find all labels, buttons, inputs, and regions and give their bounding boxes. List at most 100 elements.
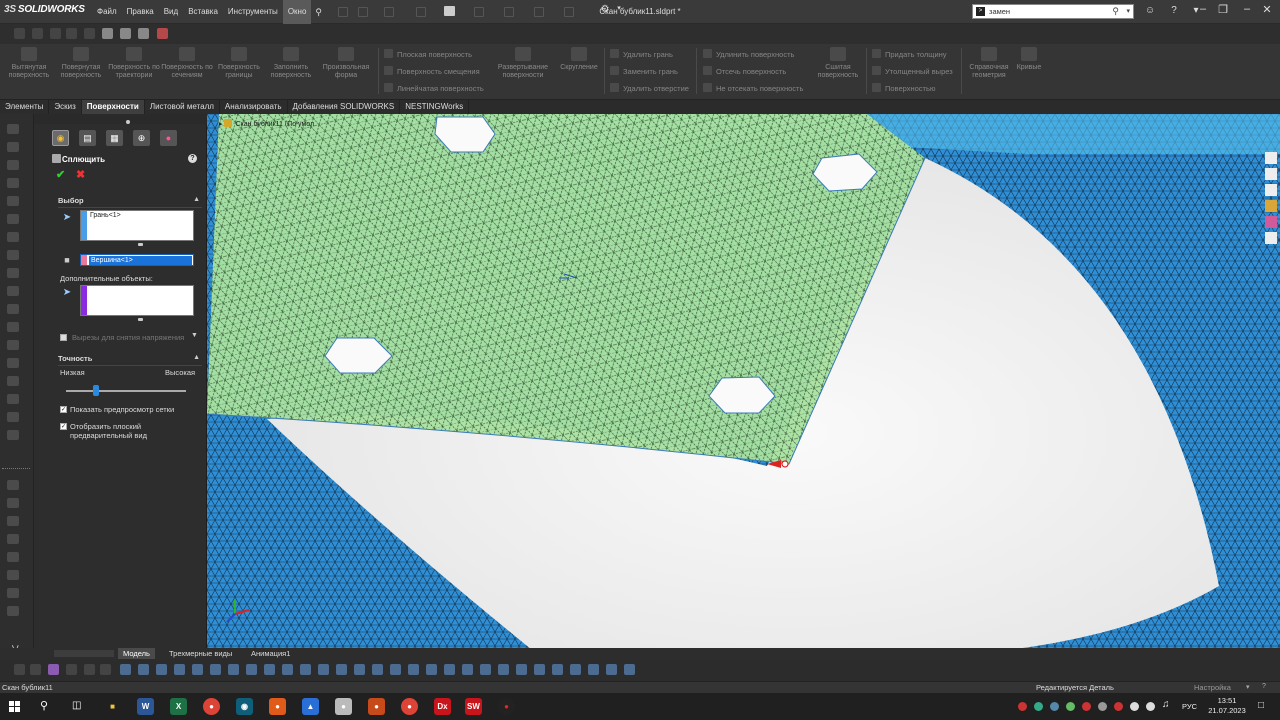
tab-sketch[interactable]: Эскиз bbox=[49, 100, 82, 114]
thicken-button[interactable]: Придать толщину bbox=[872, 48, 947, 62]
toolbar-icon[interactable] bbox=[120, 664, 131, 675]
delete-face-button[interactable]: Удалить грань bbox=[610, 48, 673, 62]
tray-icon[interactable] bbox=[1066, 702, 1075, 711]
toolbar-icon[interactable] bbox=[498, 664, 509, 675]
toolbar-icon[interactable] bbox=[462, 664, 473, 675]
vpn-icon[interactable]: ◉ bbox=[236, 698, 253, 715]
toolbar-icon[interactable] bbox=[48, 664, 59, 675]
tool-icon[interactable] bbox=[7, 570, 19, 580]
toolbar-icon[interactable] bbox=[552, 664, 563, 675]
chrome-icon[interactable]: ● bbox=[203, 698, 220, 715]
tool-icon[interactable] bbox=[7, 480, 19, 490]
box-resize-handle[interactable] bbox=[138, 318, 143, 321]
view-palette-icon[interactable] bbox=[1265, 200, 1277, 212]
show-mesh-checkbox[interactable]: ✓ bbox=[60, 406, 67, 413]
tool-icon[interactable] bbox=[7, 340, 19, 350]
tool-icon[interactable] bbox=[7, 304, 19, 314]
tool-icon[interactable] bbox=[7, 358, 19, 368]
vertex-selection-box[interactable]: Вершина<1> bbox=[80, 254, 194, 266]
toolbar-icon[interactable] bbox=[174, 664, 185, 675]
windows-start-icon[interactable] bbox=[9, 701, 20, 712]
knit-surface-button[interactable]: Сшитая поверхность bbox=[812, 47, 864, 80]
menu-file[interactable]: Файл bbox=[92, 0, 122, 24]
menu-insert[interactable]: Вставка bbox=[183, 0, 223, 24]
toolbar-icon[interactable] bbox=[408, 664, 419, 675]
toolbar-icon[interactable] bbox=[210, 664, 221, 675]
chrome-icon[interactable]: ● bbox=[401, 698, 418, 715]
tray-icon[interactable] bbox=[1034, 702, 1043, 711]
filled-surface-button[interactable]: Заполнить поверхность bbox=[264, 47, 318, 80]
tab-scroll-arrows[interactable] bbox=[54, 650, 114, 657]
curves-button[interactable]: Кривые bbox=[1006, 47, 1052, 72]
toolbar-icon[interactable] bbox=[444, 664, 455, 675]
toolbar-icon[interactable] bbox=[300, 664, 311, 675]
toolbar-icon[interactable] bbox=[516, 664, 527, 675]
wifi-icon[interactable] bbox=[1146, 702, 1155, 711]
toolbar-icon[interactable] bbox=[138, 664, 149, 675]
file-explorer-icon[interactable]: ■ bbox=[104, 698, 121, 715]
fillet-button[interactable]: Скругление bbox=[552, 47, 606, 72]
offset-surface-button[interactable]: Поверхность смещения bbox=[384, 65, 480, 79]
property-manager-tab-icon[interactable]: ◉ bbox=[52, 130, 69, 146]
tab-3d-views[interactable]: Трехмерные виды bbox=[164, 648, 237, 659]
home-view-icon[interactable] bbox=[1265, 152, 1277, 164]
freeform-button[interactable]: Произвольная форма bbox=[319, 47, 373, 80]
search-dropdown-icon[interactable]: ▾ bbox=[1126, 5, 1130, 18]
resources-icon[interactable] bbox=[1265, 168, 1277, 180]
toolbar-icon[interactable] bbox=[14, 28, 25, 39]
status-custom[interactable]: Настройка bbox=[1194, 683, 1231, 692]
help-tooltip-icon[interactable]: ? bbox=[1262, 683, 1266, 690]
tab-evaluate[interactable]: Анализировать bbox=[220, 100, 288, 114]
box-resize-handle[interactable] bbox=[138, 243, 143, 246]
tab-surfaces[interactable]: Поверхности bbox=[81, 100, 145, 114]
menu-window[interactable]: Окно bbox=[282, 0, 312, 24]
extruded-surface-button[interactable]: Вытянутая поверхность bbox=[2, 47, 56, 80]
relief-cuts-checkbox[interactable] bbox=[60, 334, 67, 341]
tray-icon[interactable] bbox=[1114, 702, 1123, 711]
cut-with-surface-button[interactable]: Поверхностью bbox=[872, 82, 936, 96]
custom-properties-icon[interactable] bbox=[1265, 232, 1277, 244]
network-icon[interactable] bbox=[1130, 702, 1139, 711]
toolbar-icon[interactable] bbox=[282, 664, 293, 675]
toolbar-icon[interactable] bbox=[120, 28, 131, 39]
toolbar-icon[interactable] bbox=[372, 664, 383, 675]
accuracy-group-header[interactable]: Точность ▲ bbox=[58, 354, 202, 366]
tool-icon[interactable] bbox=[7, 588, 19, 598]
dimxpert-tab-icon[interactable]: ⊕ bbox=[133, 130, 150, 146]
collapse-icon[interactable]: ▲ bbox=[193, 354, 200, 361]
model-canvas[interactable] bbox=[207, 114, 1280, 654]
panel-grip-icon[interactable] bbox=[126, 120, 130, 124]
tray-icon[interactable] bbox=[1082, 702, 1091, 711]
user-icon[interactable]: ☺ bbox=[1143, 5, 1157, 16]
solidworks-logo[interactable]: 3S SOLIDWORKS bbox=[4, 4, 85, 15]
accuracy-slider-thumb[interactable] bbox=[93, 385, 99, 396]
open-icon[interactable] bbox=[358, 7, 368, 17]
toolbar-icon[interactable] bbox=[336, 664, 347, 675]
tab-model[interactable]: Модель bbox=[118, 648, 155, 659]
toolbar-icon[interactable] bbox=[157, 28, 168, 39]
tab-sheet-metal[interactable]: Листовой металл bbox=[145, 100, 220, 114]
face-value[interactable]: Грань<1> bbox=[90, 212, 121, 219]
selection-group-header[interactable]: Выбор ▲ bbox=[58, 196, 202, 208]
toolbar-icon[interactable] bbox=[32, 28, 43, 39]
delete-hole-button[interactable]: Удалить отверстие bbox=[610, 82, 689, 96]
pin-icon[interactable]: ⚲ bbox=[311, 0, 326, 24]
tool-icon[interactable] bbox=[7, 498, 19, 508]
clock[interactable]: 13:51 21.07.2023 bbox=[1206, 696, 1248, 716]
close-icon[interactable]: ✕ bbox=[1258, 3, 1276, 16]
solidworks-taskbar-icon[interactable]: SW bbox=[465, 698, 482, 715]
toolbar-icon[interactable] bbox=[66, 664, 77, 675]
tab-animation[interactable]: Анимация1 bbox=[246, 648, 295, 659]
tray-icon[interactable] bbox=[1018, 702, 1027, 711]
tool-icon[interactable] bbox=[7, 286, 19, 296]
appearances-icon[interactable] bbox=[1265, 216, 1277, 228]
redo-icon[interactable] bbox=[504, 7, 514, 17]
options-gear-icon[interactable]: ⚙ bbox=[598, 4, 612, 15]
tray-icon[interactable] bbox=[1098, 702, 1107, 711]
trim-surface-button[interactable]: Отсечь поверхность bbox=[703, 65, 786, 79]
tool-icon[interactable] bbox=[7, 606, 19, 616]
excel-icon[interactable]: X bbox=[170, 698, 187, 715]
tool-icon[interactable] bbox=[7, 268, 19, 278]
tool-icon[interactable] bbox=[7, 250, 19, 260]
tool-icon[interactable] bbox=[7, 394, 19, 404]
